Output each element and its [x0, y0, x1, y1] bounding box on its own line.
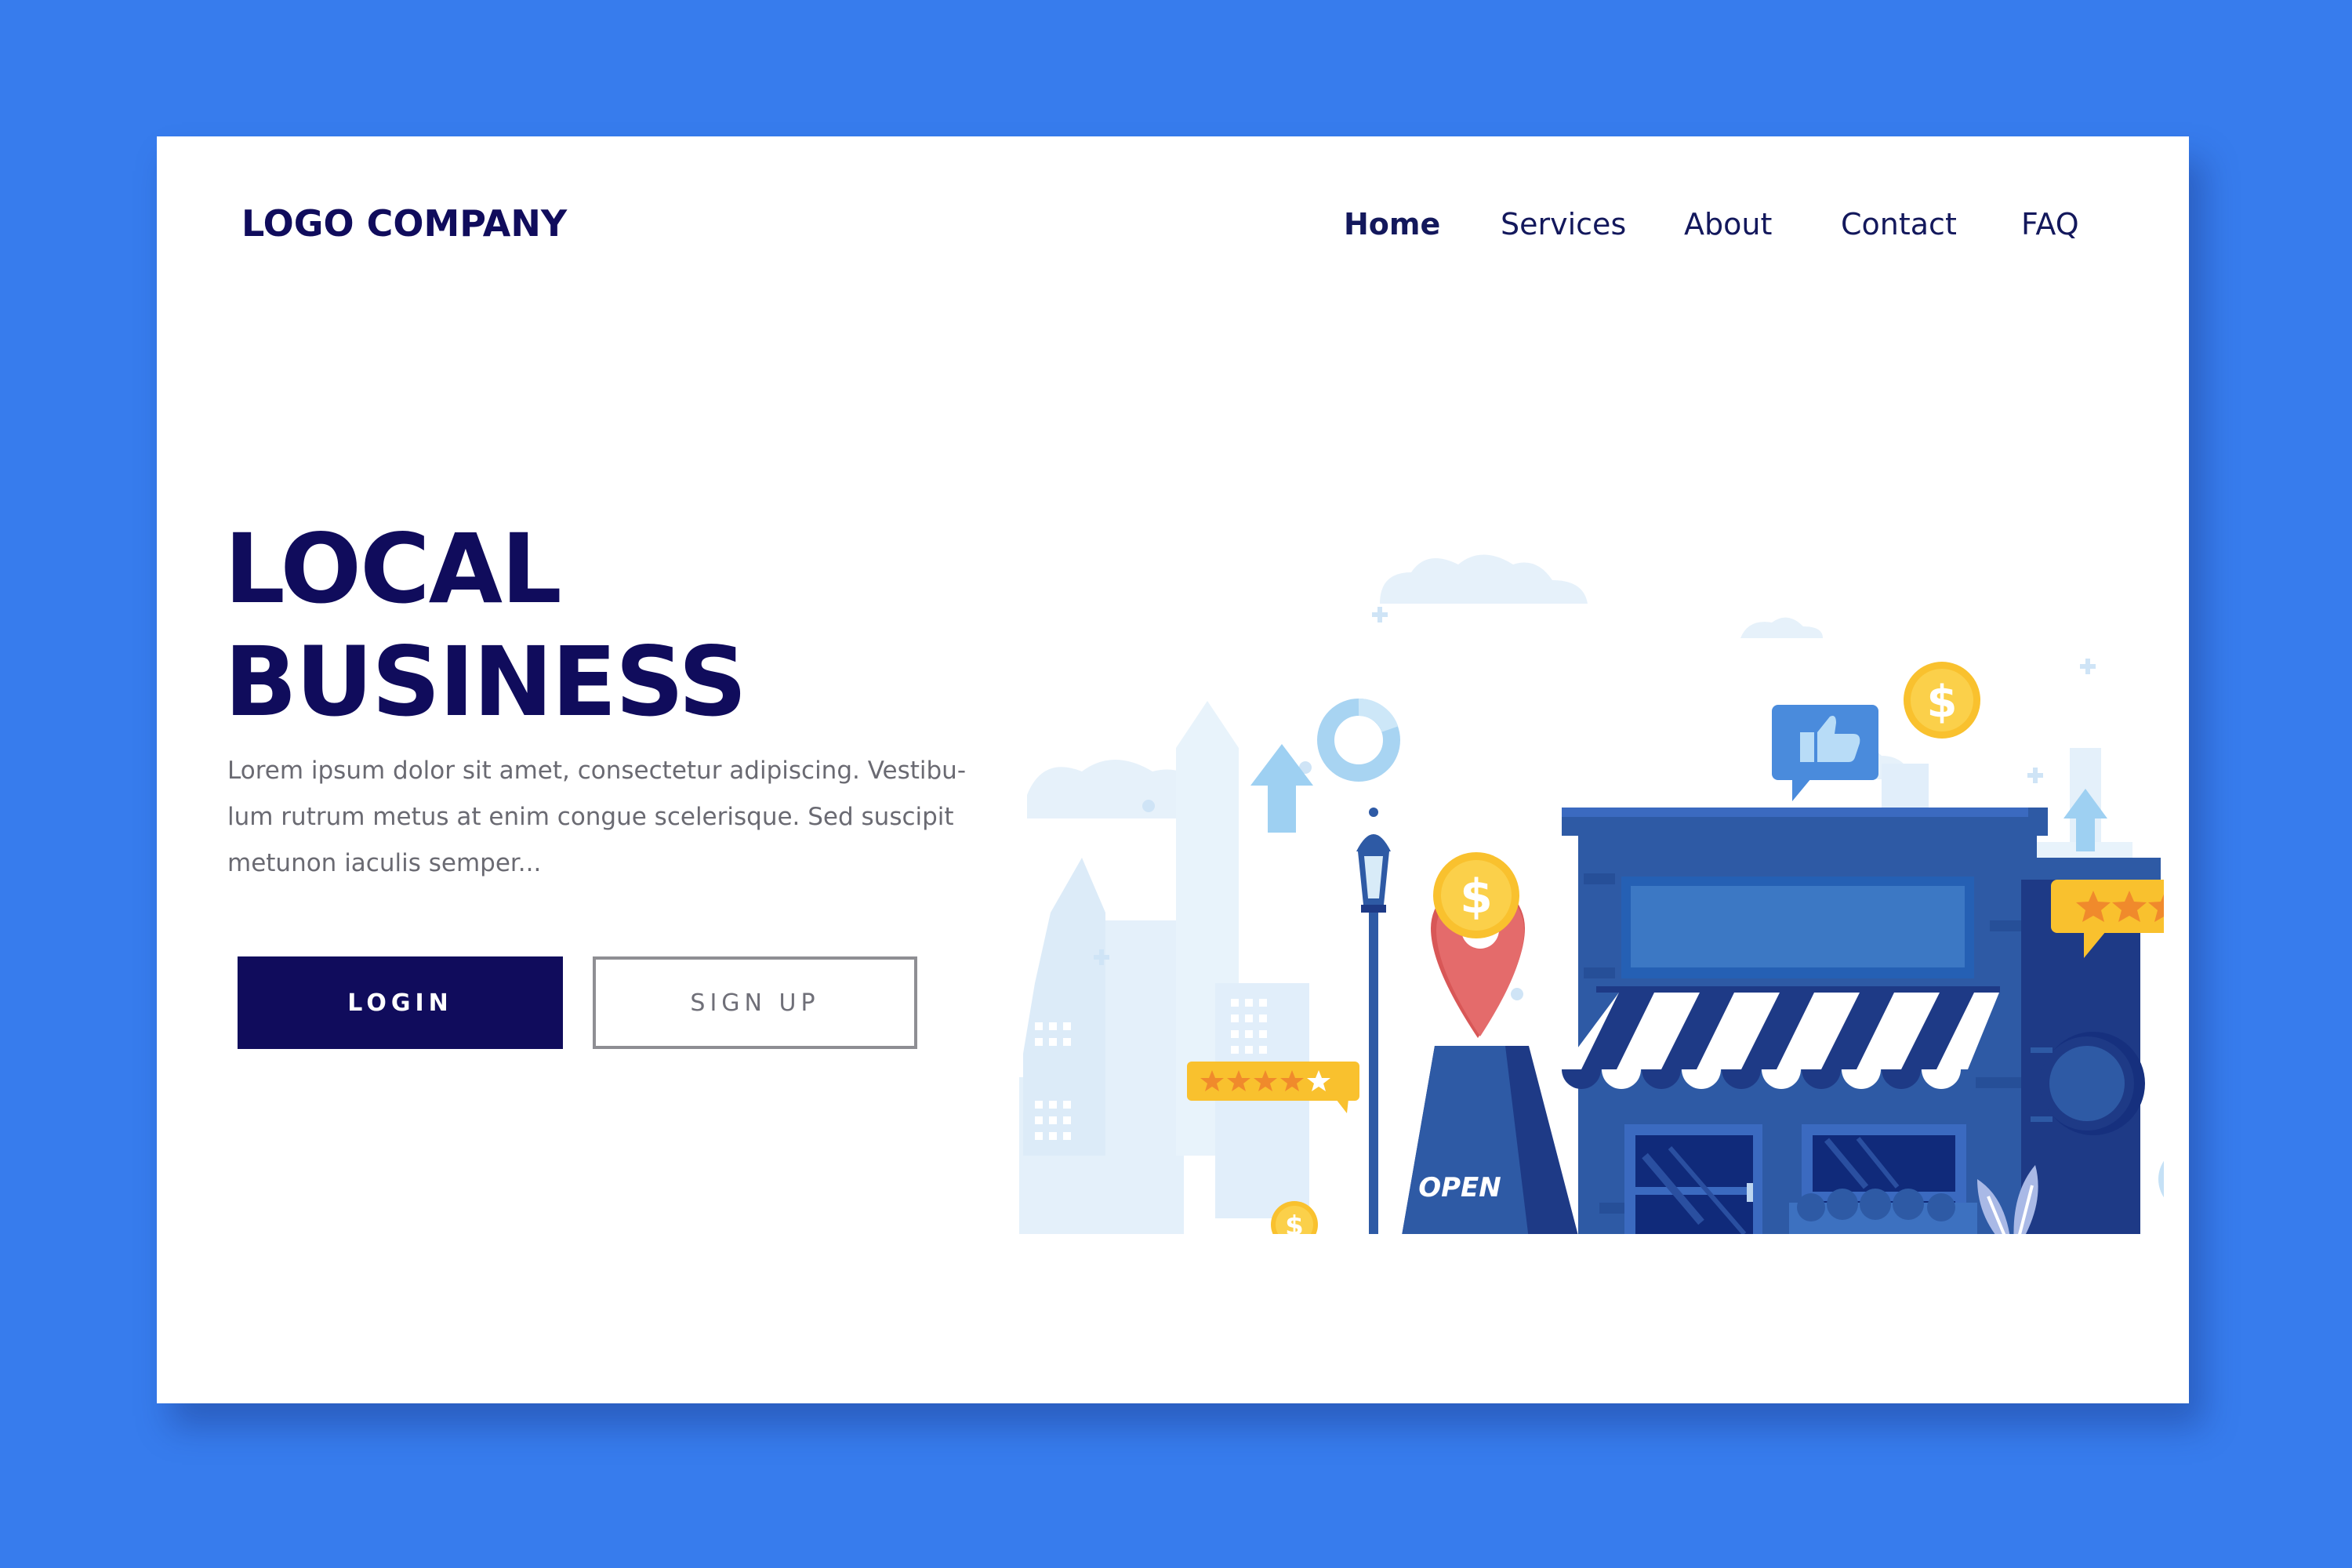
dollar-coin-icon: $ [1433, 852, 1519, 938]
hero-description: Lorem ipsum dolor sit amet, consectetur … [227, 757, 967, 877]
striped-awning [1562, 993, 1999, 1089]
pie-chart-icon [2158, 1160, 2164, 1198]
svg-text:$: $ [1927, 677, 1958, 728]
signup-button[interactable]: SIGN UP [593, 956, 917, 1049]
hero-title-line-2: BUSINESS [224, 626, 747, 738]
open-sign-label: OPEN [1418, 1172, 1501, 1203]
svg-text:$: $ [1285, 1210, 1304, 1234]
thumbs-up-icon [1772, 705, 1878, 801]
street-lamp-icon [1356, 808, 1391, 1234]
donut-chart-icon [1317, 698, 1400, 782]
hero-title: LOCAL BUSINESS [224, 513, 747, 739]
arrow-up-icon [1250, 744, 1313, 833]
open-sign: OPEN [1402, 1046, 1578, 1234]
svg-text:$: $ [1460, 869, 1493, 924]
login-button[interactable]: LOGIN [238, 956, 563, 1049]
local-shop-illustration: OPEN $ $ $ [1019, 554, 2164, 1234]
dollar-coin-icon: $ [1904, 662, 1980, 739]
active-nav-underline [157, 207, 2189, 262]
landing-page-card: LOGO COMPANY Home Services About Contact… [157, 136, 2189, 1403]
hero-title-line-1: LOCAL [224, 514, 562, 625]
shop-building [1562, 808, 2161, 1234]
